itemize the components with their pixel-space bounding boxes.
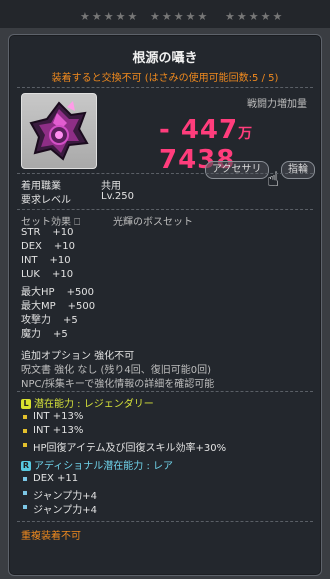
bullet-icon xyxy=(23,491,27,495)
additional-potential-header: R アディショナル潜在能力 : レア xyxy=(21,457,173,472)
additional-potential-title: アディショナル潜在能力 : レア xyxy=(34,461,174,472)
divider xyxy=(17,87,313,88)
item-name: 根源の囁き xyxy=(132,51,198,66)
hand-cursor-icon: ☝ xyxy=(267,167,280,191)
stat-value: +10 xyxy=(49,255,71,266)
combat-power-prefix: - 447 xyxy=(159,115,239,145)
stat-value: +10 xyxy=(51,269,74,280)
stat-row: 攻撃力 +5 xyxy=(21,311,78,326)
bullet-icon xyxy=(23,415,27,419)
stat-name: LUK xyxy=(21,269,40,280)
additional-potential-line: ジャンプ力+4 xyxy=(33,505,97,516)
divider xyxy=(17,391,313,392)
job-value: 共用 xyxy=(101,181,121,192)
stat-row: DEX +10 xyxy=(21,241,75,252)
background-stars-3: ★★★★★ xyxy=(225,10,285,23)
additional-potential-line: DEX +11 xyxy=(33,473,79,484)
level-label: 要求レベル xyxy=(21,195,71,206)
stat-name: DEX xyxy=(21,241,42,252)
additional-option-text: 追加オプション 強化不可 xyxy=(21,351,135,362)
item-tooltip: 根源の囁き 装着すると交換不可 (はさみの使用可能回数:5 / 5) 戦闘力増加… xyxy=(8,34,322,576)
bullet-icon xyxy=(23,505,27,509)
item-icon-frame xyxy=(21,93,97,169)
npc-note-text: NPC/採集キーで強化情報の詳細を確認可能 xyxy=(21,379,215,390)
stat-row: 最大HP +500 xyxy=(21,283,94,298)
stat-row: STR +10 xyxy=(21,227,74,238)
stat-row: LUK +10 xyxy=(21,269,73,280)
stat-value: +10 xyxy=(52,227,74,238)
stat-name: INT xyxy=(21,255,38,266)
additional-potential-line: ジャンプ力+4 xyxy=(33,491,97,502)
stat-row: 最大MP +500 xyxy=(21,297,95,312)
potential-title: 潜在能力 : レジェンダリー xyxy=(34,399,154,410)
divider xyxy=(17,521,313,522)
bullet-icon xyxy=(23,477,27,481)
stat-row: 魔力 +5 xyxy=(21,325,68,340)
stat-name: 魔力 xyxy=(21,329,41,340)
combat-power-label: 戦闘力増加量 xyxy=(247,99,307,110)
bullet-icon xyxy=(23,429,27,433)
stat-name: STR xyxy=(21,227,41,238)
stat-value: +5 xyxy=(53,329,68,340)
bullet-icon xyxy=(23,443,27,447)
stat-row: INT +10 xyxy=(21,255,71,266)
category-ring-button[interactable]: 指輪 xyxy=(281,161,315,179)
background-stars-1: ★★★★★ xyxy=(80,10,140,23)
legendary-badge-icon: L xyxy=(21,399,31,409)
rare-badge-icon: R xyxy=(21,461,31,471)
set-effect-value: 光輝のボスセット xyxy=(113,217,193,228)
potential-line: INT +13% xyxy=(33,411,84,422)
background-star-bar: ★★★★★ ★★★★★ ★★★★★ xyxy=(0,0,330,28)
ring-item-icon xyxy=(29,101,89,161)
set-effect-row: セット効果 ⎕ 光輝のボスセット xyxy=(21,213,193,228)
divider xyxy=(17,209,313,210)
level-row: 要求レベル Lv.250 xyxy=(21,191,134,206)
background-stars-2: ★★★★★ xyxy=(150,10,210,23)
potential-line: INT +13% xyxy=(33,425,84,436)
divider xyxy=(17,173,313,174)
potential-line: HP回復アイテム及び回復スキル効率+30% xyxy=(33,443,227,454)
category-accessory-button[interactable]: アクセサリ xyxy=(205,161,269,179)
combat-power-unit: 万 xyxy=(238,126,254,142)
duplicate-equip-notice: 重複装着不可 xyxy=(21,531,81,542)
scroll-info-text: 呪文書 強化 なし (残り4回、復旧可能0回) xyxy=(21,365,212,376)
trade-notice: 装着すると交換不可 (はさみの使用可能回数:5 / 5) xyxy=(51,73,279,84)
potential-header: L 潜在能力 : レジェンダリー xyxy=(21,395,154,410)
stat-value: +10 xyxy=(53,241,75,252)
level-value: Lv.250 xyxy=(101,191,134,202)
job-row: 着用職業 共用 xyxy=(21,177,121,192)
